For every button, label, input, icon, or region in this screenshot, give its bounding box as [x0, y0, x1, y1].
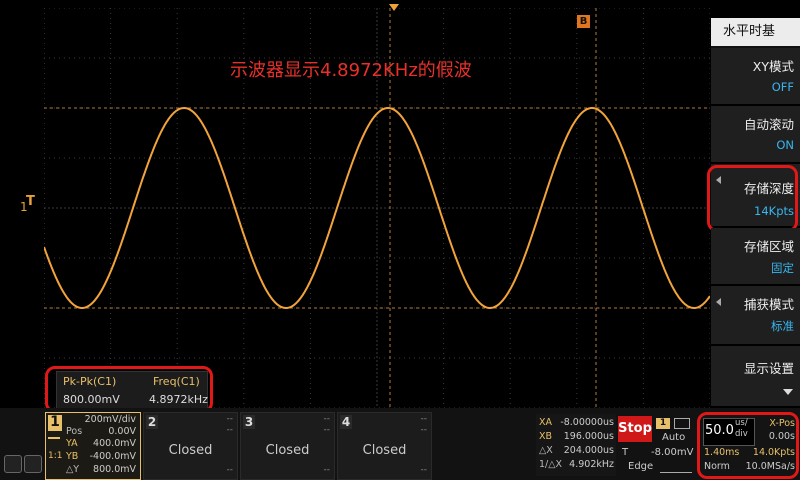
ch1-dy-label: △Y [66, 464, 80, 475]
trigger-edge-icon [674, 418, 690, 429]
cursor-dx: 204.000us [563, 445, 614, 456]
ch1-pos-label: Pos [66, 426, 83, 437]
menu-item-value: 固定 [771, 261, 794, 275]
ch1-number: 1 [48, 415, 62, 431]
ch1-yb: -400.0mV [89, 451, 136, 462]
trigger-level-label: T [622, 447, 629, 458]
dc-coupling-icon [48, 437, 60, 439]
ch4-panel[interactable]: 4 -- -- Closed -- [337, 412, 432, 480]
ch1-yb-label: YB [66, 451, 79, 462]
rising-edge-icon [660, 464, 692, 473]
menu-item-display-settings[interactable]: 显示设置 [711, 346, 800, 408]
ch1-panel[interactable]: 1 200mV/div Pos 0.00V YA 400.0mV YB -400… [45, 412, 141, 480]
menu-title: 水平时基 [711, 18, 800, 46]
network-icon[interactable] [4, 455, 22, 473]
ch1-ya-label: YA [66, 438, 78, 449]
ch3-panel[interactable]: 3 -- -- Closed -- [240, 412, 335, 480]
chevron-left-icon [716, 298, 721, 306]
trigger-mode[interactable]: Auto [662, 432, 685, 443]
ch3-status: Closed [265, 443, 310, 458]
ch1-pos: 0.00V [108, 426, 136, 437]
ch4-dash: -- [420, 425, 428, 435]
ch1-coupling: 1:1 [48, 451, 63, 461]
trigger-type[interactable]: Edge [628, 461, 653, 472]
trigger-level: -8.00mV [651, 447, 694, 458]
ch3-dash: -- [323, 414, 331, 424]
highlight-box-memory-depth [707, 165, 798, 232]
menu-item-label: 存储区域 [743, 239, 794, 254]
menu-item-label: 显示设置 [743, 361, 794, 376]
menu-item-label: XY模式 [752, 59, 794, 74]
trigger-level-marker[interactable]: T [26, 194, 35, 209]
cursor-dx-label: △X [539, 445, 553, 456]
menu-item-xy-mode[interactable]: XY模式 OFF [711, 48, 800, 106]
usb-icon[interactable] [24, 455, 42, 473]
ch4-dash: -- [420, 465, 428, 475]
cursor-b-marker[interactable]: B [577, 15, 590, 28]
cursor-xa: -8.00000us [560, 417, 614, 428]
ch2-panel[interactable]: 2 -- -- Closed -- [143, 412, 238, 480]
trigger-source: 1 [656, 418, 670, 429]
ch2-dash: -- [226, 414, 234, 424]
ch3-dash: -- [323, 425, 331, 435]
ch1-ya: 400.0mV [93, 438, 136, 449]
ch2-dash: -- [226, 425, 234, 435]
ch2-status: Closed [168, 443, 213, 458]
trigger-position-marker[interactable] [389, 4, 399, 11]
highlight-box-measurement [45, 366, 213, 413]
menu-item-acquire-mode[interactable]: 捕获模式 标准 [711, 286, 800, 346]
ch4-status: Closed [362, 443, 407, 458]
highlight-box-timebase [697, 412, 799, 479]
ch4-dash: -- [420, 414, 428, 424]
ch1-dy: 800.0mV [93, 464, 136, 475]
menu-item-label: 捕获模式 [743, 297, 794, 312]
ch2-number: 2 [146, 415, 158, 429]
cursor-readout[interactable]: XA -8.00000us XB 196.000us △X 204.000us … [536, 414, 616, 476]
menu-item-value: 标准 [771, 319, 794, 333]
cursor-inv: 4.902kHz [569, 459, 614, 470]
cursor-xa-label: XA [539, 417, 553, 428]
annotation-text: 示波器显示4.8972KHz的假波 [230, 60, 472, 81]
run-stop-button[interactable]: Stop [618, 416, 652, 442]
ch4-number: 4 [340, 415, 352, 429]
menu-item-auto-roll[interactable]: 自动滚动 ON [711, 106, 800, 164]
ch3-dash: -- [323, 465, 331, 475]
menu-item-value: OFF [771, 80, 794, 94]
ch2-dash: -- [226, 465, 234, 475]
ch3-number: 3 [243, 415, 255, 429]
cursor-xb: 196.000us [563, 431, 614, 442]
menu-scroll-down-icon[interactable] [783, 389, 793, 395]
cursor-xb-label: XB [539, 431, 553, 442]
ch1-scale: 200mV/div [84, 414, 136, 425]
menu-item-memory-area[interactable]: 存储区域 固定 [711, 228, 800, 286]
menu-item-label: 自动滚动 [743, 117, 794, 132]
cursor-inv-label: 1/△X [539, 459, 563, 470]
menu-item-value: ON [776, 138, 794, 152]
